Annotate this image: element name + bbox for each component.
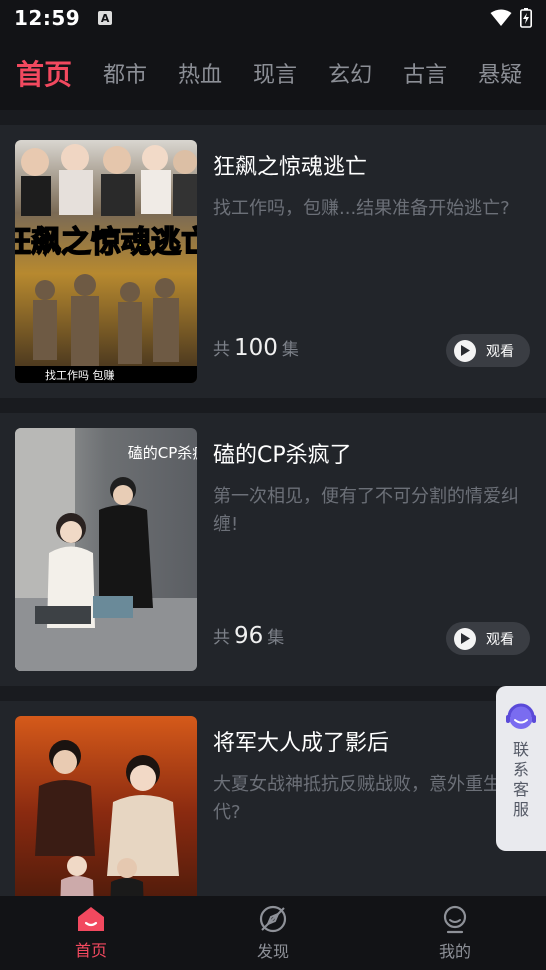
cover-title-text: 磕的CP杀疯了 [128, 444, 197, 462]
cover-image: 磕的CP杀疯了 [15, 428, 197, 671]
episode-number: 96 [234, 623, 264, 649]
bottom-nav: 首页 发现 我的 [0, 896, 546, 970]
nav-label: 发现 [256, 942, 289, 961]
customer-service-button[interactable]: 联系客服 [496, 686, 546, 851]
drama-cover[interactable]: 狂飙之惊魂逃亡 找工作吗 包赚 [15, 140, 197, 383]
cover-image: 狂飙之惊魂逃亡 找工作吗 包赚 [15, 140, 197, 383]
status-time: 12:59 [14, 6, 81, 30]
home-icon [78, 907, 104, 931]
wifi-icon [490, 9, 512, 26]
drama-card[interactable]: 磕的CP杀疯了 磕的CP杀疯了 第一次相见，便有了不可分割的情爱纠缠! 共 96… [0, 413, 546, 686]
episode-prefix: 共 [213, 340, 230, 360]
episode-count: 共 100 集 [213, 335, 299, 361]
tab-suspense[interactable]: 悬疑 [478, 57, 522, 89]
nav-discover[interactable]: 发现 [182, 896, 364, 970]
status-bar: 12:59 A [0, 0, 546, 36]
watch-label: 观看 [486, 343, 514, 360]
drama-cover[interactable] [15, 716, 197, 896]
drama-description: 大夏女战神抵抗反贼战败，意外重生现代? [213, 774, 519, 823]
watch-button[interactable]: 观看 [446, 334, 530, 367]
nav-mine[interactable]: 我的 [364, 896, 546, 970]
compass-icon [259, 905, 287, 933]
drama-card[interactable]: 狂飙之惊魂逃亡 找工作吗 包赚 狂飙之惊魂逃亡 找工作吗，包赚...结果准备开始… [0, 125, 546, 398]
nav-home[interactable]: 首页 [0, 896, 182, 970]
user-icon [443, 905, 467, 934]
notification-icon: A [98, 11, 113, 25]
episode-prefix: 共 [213, 628, 230, 648]
cover-title-text: 狂飙之惊魂逃亡 [15, 225, 197, 260]
cover-footer-text: 找工作吗 包赚 [45, 368, 115, 382]
episode-number: 100 [234, 335, 278, 361]
drama-cover[interactable]: 磕的CP杀疯了 [15, 428, 197, 671]
category-tabs: 首页 都市 热血 现言 玄幻 古言 悬疑 [0, 36, 546, 110]
drama-title[interactable]: 狂飙之惊魂逃亡 [213, 149, 367, 181]
tab-urban[interactable]: 都市 [103, 57, 147, 89]
cover-image [15, 716, 197, 896]
nav-label: 我的 [438, 942, 471, 961]
drama-description: 第一次相见，便有了不可分割的情爱纠缠! [213, 486, 519, 535]
status-icons [490, 8, 532, 28]
drama-title[interactable]: 将军大人成了影后 [213, 725, 389, 757]
tab-ancient-romance[interactable]: 古言 [403, 57, 447, 89]
nav-label: 首页 [74, 941, 107, 960]
play-icon [454, 627, 476, 650]
watch-label: 观看 [486, 631, 514, 648]
tab-home[interactable]: 首页 [16, 53, 72, 93]
drama-list: 狂飙之惊魂逃亡 找工作吗 包赚 狂飙之惊魂逃亡 找工作吗，包赚...结果准备开始… [0, 110, 546, 896]
play-icon [454, 339, 476, 362]
customer-service-label: 联系客服 [512, 740, 529, 819]
episode-count: 共 96 集 [213, 623, 284, 649]
battery-icon [520, 8, 532, 28]
episode-suffix: 集 [267, 628, 285, 648]
watch-button[interactable]: 观看 [446, 622, 530, 655]
tab-fantasy[interactable]: 玄幻 [328, 57, 372, 89]
tab-modern-romance[interactable]: 现言 [253, 57, 297, 89]
drama-description: 找工作吗，包赚...结果准备开始逃亡? [213, 198, 510, 219]
headset-icon [506, 703, 536, 729]
drama-card[interactable]: 将军大人成了影后 大夏女战神抵抗反贼战败，意外重生现代? 观看 [0, 701, 546, 896]
tab-action[interactable]: 热血 [178, 57, 222, 89]
drama-title[interactable]: 磕的CP杀疯了 [213, 437, 352, 469]
episode-suffix: 集 [281, 340, 299, 360]
